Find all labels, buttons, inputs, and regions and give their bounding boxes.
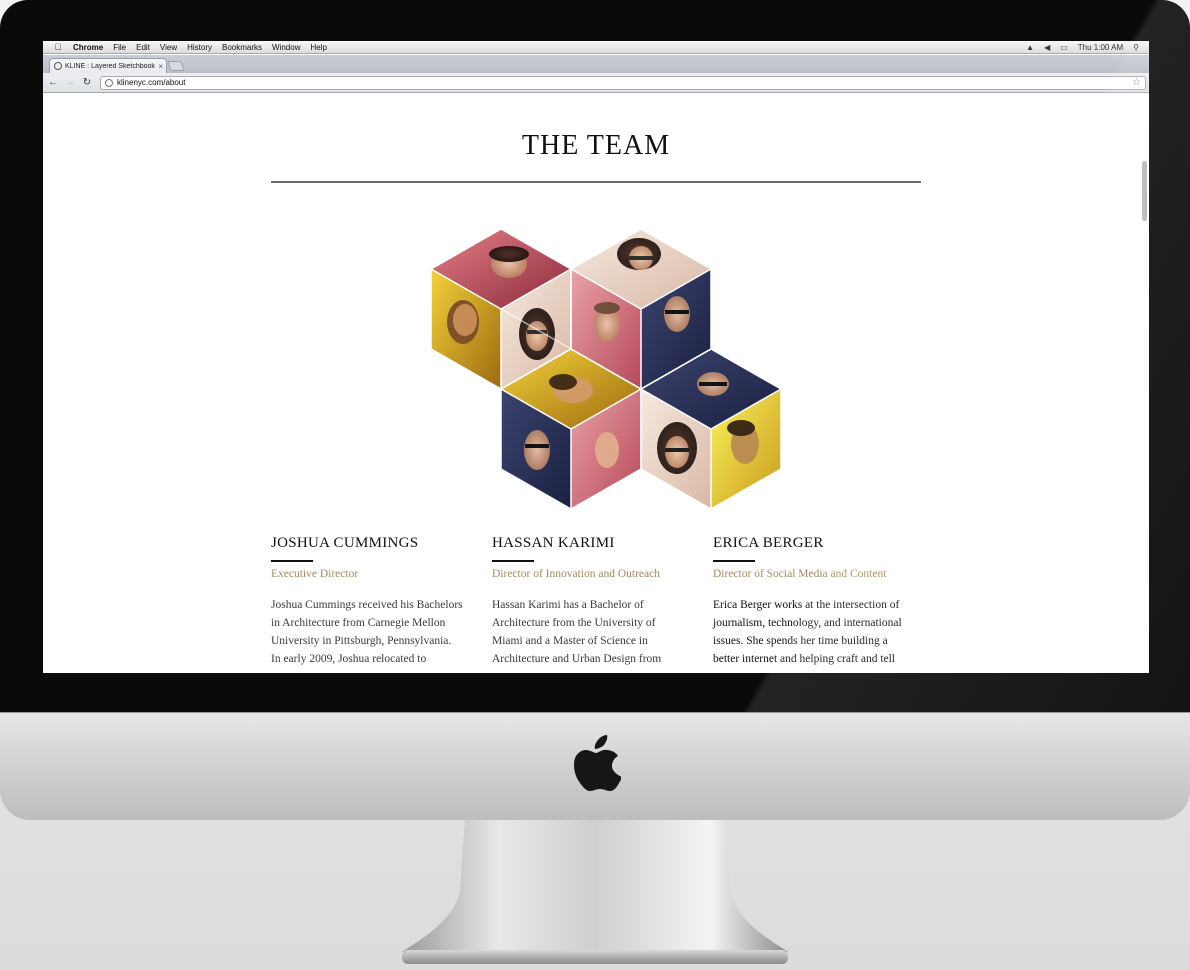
reload-icon[interactable]: ↻ [80,77,94,88]
favicon-icon [54,62,62,70]
member-name-underline [713,560,755,562]
menu-edit[interactable]: Edit [136,43,150,52]
battery-icon[interactable]: ▭ [1060,43,1068,52]
menubar-clock[interactable]: Thu 1:00 AM [1078,43,1123,52]
volume-icon[interactable]: ◀ [1044,43,1050,52]
apple-logo-icon [574,735,621,791]
new-tab-button[interactable] [167,61,185,71]
member-name: ERICA BERGER [713,535,824,551]
member-role: Director of Innovation and Outreach [492,568,660,580]
browser-tab[interactable]: KLINE : Layered Sketchbook × [49,58,167,73]
menu-bookmarks[interactable]: Bookmarks [222,43,262,52]
menu-file[interactable]: File [113,43,126,52]
bio-line: Joshua Cummings received his Bachelors [271,599,463,611]
page-title: THE TEAM [521,130,671,161]
bio-line: Architecture and Urban Design from [492,653,662,665]
browser-toolbar: ← → ↻ klinenyc.com/about ☆ [43,73,1149,93]
menu-view[interactable]: View [160,43,177,52]
team-member-joshua: JOSHUA CUMMINGS Executive Director Joshu… [271,535,481,668]
team-member-hassan: HASSAN KARIMI Director of Innovation and… [492,535,702,668]
mac-menubar:  Chrome File Edit View History Bookmark… [43,41,1149,54]
bio-line: better internet and helping craft and te… [713,653,896,665]
member-name-underline [271,560,313,562]
member-bio: Erica Berger works at the intersection o… [713,596,923,668]
back-arrow-icon[interactable]: ← [46,77,60,88]
member-role: Executive Director [271,568,359,580]
menu-window[interactable]: Window [272,43,300,52]
member-bio: Hassan Karimi has a Bachelor of Architec… [492,596,702,668]
menu-help[interactable]: Help [310,43,326,52]
bio-line: journalism, technology, and internationa… [713,617,902,629]
tab-strip: KLINE : Layered Sketchbook × [43,55,1149,73]
address-url[interactable]: klinenyc.com/about [117,78,185,87]
bookmark-star-icon[interactable]: ☆ [1132,77,1141,88]
team-photo-collage [430,228,782,510]
tab-title: KLINE : Layered Sketchbook [65,62,155,70]
title-divider [271,181,921,183]
tab-close-icon[interactable]: × [158,62,166,71]
bio-line: In early 2009, Joshua relocated to [271,653,427,665]
bio-line: in Architecture from Carnegie Mellon [271,617,446,629]
imac-stand [402,820,788,964]
bio-line: Hassan Karimi has a Bachelor of [492,599,644,611]
spotlight-search-icon[interactable]: ⚲ [1133,43,1139,52]
team-member-erica: ERICA BERGER Director of Social Media an… [713,535,923,668]
bio-line: issues. She spends her time building a [713,635,888,647]
bio-line: University in Pittsburgh, Pennsylvania. [271,635,452,647]
menu-history[interactable]: History [187,43,212,52]
page-info-icon[interactable] [105,78,113,87]
screen:  Chrome File Edit View History Bookmark… [43,41,1149,673]
member-name: HASSAN KARIMI [492,535,615,551]
member-name: JOSHUA CUMMINGS [271,535,419,551]
bio-line: Architecture from the University of [492,617,656,629]
member-role: Director of Social Media and Content [713,568,887,580]
wifi-icon[interactable]: ▲ [1026,43,1034,52]
bio-line: Erica Berger works at the intersection o… [713,599,900,611]
forward-arrow-icon[interactable]: → [63,77,77,88]
bio-line: Miami and a Master of Science in [492,635,648,647]
member-name-underline [492,560,534,562]
apple-menu-icon[interactable]:  [49,42,67,52]
menu-app-chrome[interactable]: Chrome [73,43,103,52]
address-bar[interactable]: klinenyc.com/about ☆ [100,75,1146,90]
page-content: THE TEAM JOSHUA CUMMINGS Executive Direc… [43,94,1149,673]
member-bio: Joshua Cummings received his Bachelors i… [271,596,481,668]
page-scrollbar-thumb[interactable] [1142,161,1147,221]
